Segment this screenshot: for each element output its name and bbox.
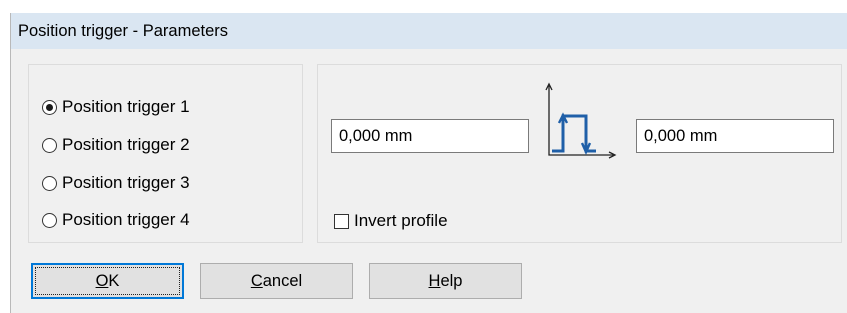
radio-button-1[interactable] xyxy=(42,99,57,115)
radio-label-3: Position trigger 3 xyxy=(62,173,190,192)
radio-button-3[interactable] xyxy=(42,175,57,191)
pulse-profile-icon xyxy=(545,82,617,159)
radio-button-2[interactable] xyxy=(42,137,57,153)
ok-button[interactable]: OK xyxy=(31,263,184,299)
radio-position-trigger-2[interactable]: Position trigger 2 xyxy=(42,133,190,157)
cancel-button-label: Cancel xyxy=(250,271,303,290)
dialog-title: Position trigger - Parameters xyxy=(18,21,228,40)
end-position-field[interactable]: 0,000 mm xyxy=(636,119,834,153)
cancel-button[interactable]: Cancel xyxy=(200,263,353,299)
position-trigger-dialog: Position trigger - Parameters Position t… xyxy=(10,13,847,313)
title-bar: Position trigger - Parameters xyxy=(11,13,847,49)
radio-position-trigger-4[interactable]: Position trigger 4 xyxy=(42,208,190,232)
start-position-field[interactable]: 0,000 mm xyxy=(331,119,529,153)
radio-label-4: Position trigger 4 xyxy=(62,210,190,229)
focus-rectangle xyxy=(35,267,180,295)
invert-profile-label: Invert profile xyxy=(354,211,448,230)
radio-position-trigger-1[interactable]: Position trigger 1 xyxy=(42,95,190,119)
radio-label-2: Position trigger 2 xyxy=(62,135,190,154)
radio-position-trigger-3[interactable]: Position trigger 3 xyxy=(42,171,190,195)
invert-profile-option[interactable]: Invert profile xyxy=(334,210,448,232)
help-button[interactable]: Help xyxy=(369,263,522,299)
radio-button-4[interactable] xyxy=(42,212,57,228)
invert-profile-checkbox[interactable] xyxy=(334,213,349,229)
help-button-label: Help xyxy=(428,271,463,290)
radio-label-1: Position trigger 1 xyxy=(62,97,190,116)
